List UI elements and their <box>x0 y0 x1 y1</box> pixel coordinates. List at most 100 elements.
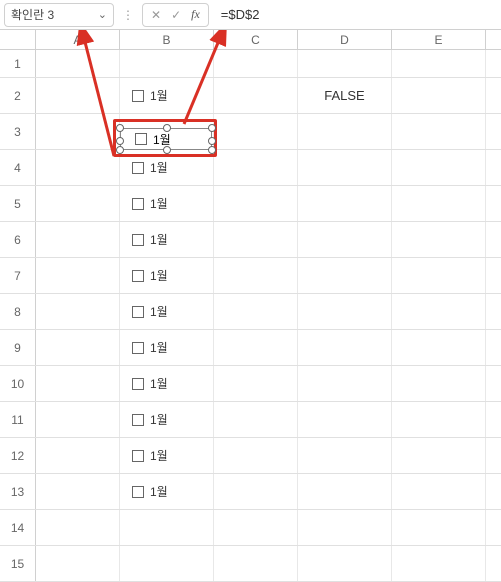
cell-A11[interactable] <box>36 402 120 437</box>
cell-A7[interactable] <box>36 258 120 293</box>
checkbox-control[interactable]: 1월 <box>124 303 168 320</box>
row-header[interactable]: 2 <box>0 78 36 113</box>
checkbox-control[interactable]: 1월 <box>124 411 168 428</box>
cell-C7[interactable] <box>214 258 298 293</box>
cell-A2[interactable] <box>36 78 120 113</box>
cell-A4[interactable] <box>36 150 120 185</box>
checkbox-icon[interactable] <box>132 306 144 318</box>
row-header[interactable]: 13 <box>0 474 36 509</box>
col-header-c[interactable]: C <box>214 30 298 49</box>
row-header[interactable]: 4 <box>0 150 36 185</box>
checkbox-control[interactable]: 1월 <box>124 267 168 284</box>
cancel-icon[interactable]: ✕ <box>151 8 161 22</box>
checkbox-icon[interactable] <box>132 162 144 174</box>
cell-E5[interactable] <box>392 186 486 221</box>
row-header[interactable]: 3 <box>0 114 36 149</box>
row-header[interactable]: 14 <box>0 510 36 545</box>
cell-A5[interactable] <box>36 186 120 221</box>
cell-A9[interactable] <box>36 330 120 365</box>
checkbox-control[interactable]: 1월 <box>124 339 168 356</box>
cell-B7[interactable]: 1월 <box>120 258 214 293</box>
cell-D9[interactable] <box>298 330 392 365</box>
cell-E7[interactable] <box>392 258 486 293</box>
checkbox-icon[interactable] <box>132 90 144 102</box>
cell-B12[interactable]: 1월 <box>120 438 214 473</box>
checkbox-control[interactable]: 1월 <box>124 195 168 212</box>
cell-C1[interactable] <box>214 50 298 77</box>
checkbox-icon[interactable] <box>132 378 144 390</box>
checkbox-control[interactable]: 1월 <box>124 375 168 392</box>
checkbox-control[interactable]: 1월 <box>124 231 168 248</box>
cell-D7[interactable] <box>298 258 392 293</box>
cell-E2[interactable] <box>392 78 486 113</box>
cell-E8[interactable] <box>392 294 486 329</box>
row-header[interactable]: 10 <box>0 366 36 401</box>
checkbox-control[interactable]: 1월 <box>124 447 168 464</box>
chevron-down-icon[interactable]: ⌄ <box>98 8 107 21</box>
cell-A1[interactable] <box>36 50 120 77</box>
cell-A13[interactable] <box>36 474 120 509</box>
checkbox-icon[interactable] <box>132 450 144 462</box>
cell-B4[interactable]: 1월 <box>120 150 214 185</box>
cell-D15[interactable] <box>298 546 392 581</box>
row-header[interactable]: 8 <box>0 294 36 329</box>
cell-B14[interactable] <box>120 510 214 545</box>
cell-E10[interactable] <box>392 366 486 401</box>
cell-D6[interactable] <box>298 222 392 257</box>
row-header[interactable]: 9 <box>0 330 36 365</box>
row-header[interactable]: 6 <box>0 222 36 257</box>
cell-C6[interactable] <box>214 222 298 257</box>
cell-C11[interactable] <box>214 402 298 437</box>
cell-D3[interactable] <box>298 114 392 149</box>
cell-C5[interactable] <box>214 186 298 221</box>
cell-C10[interactable] <box>214 366 298 401</box>
cell-C14[interactable] <box>214 510 298 545</box>
cell-A12[interactable] <box>36 438 120 473</box>
row-header[interactable]: 15 <box>0 546 36 581</box>
row-header[interactable]: 7 <box>0 258 36 293</box>
checkbox-control[interactable]: 1월 <box>124 87 168 104</box>
cell-C4[interactable] <box>214 150 298 185</box>
cell-C2[interactable] <box>214 78 298 113</box>
cell-B3[interactable] <box>120 114 214 149</box>
cell-D5[interactable] <box>298 186 392 221</box>
cell-E4[interactable] <box>392 150 486 185</box>
checkbox-icon[interactable] <box>132 342 144 354</box>
cell-C12[interactable] <box>214 438 298 473</box>
checkbox-icon[interactable] <box>132 270 144 282</box>
select-all-corner[interactable] <box>0 30 36 49</box>
cell-A3[interactable] <box>36 114 120 149</box>
row-header[interactable]: 5 <box>0 186 36 221</box>
cell-B10[interactable]: 1월 <box>120 366 214 401</box>
cell-E3[interactable] <box>392 114 486 149</box>
checkbox-icon[interactable] <box>132 414 144 426</box>
cell-E12[interactable] <box>392 438 486 473</box>
cell-A8[interactable] <box>36 294 120 329</box>
col-header-b[interactable]: B <box>120 30 214 49</box>
confirm-icon[interactable]: ✓ <box>171 8 181 22</box>
formula-input[interactable]: =$D$2 <box>215 7 497 22</box>
cell-E11[interactable] <box>392 402 486 437</box>
cell-A10[interactable] <box>36 366 120 401</box>
cell-D4[interactable] <box>298 150 392 185</box>
col-header-d[interactable]: D <box>298 30 392 49</box>
cell-D11[interactable] <box>298 402 392 437</box>
checkbox-icon[interactable] <box>132 486 144 498</box>
cell-C13[interactable] <box>214 474 298 509</box>
cell-D2[interactable]: FALSE <box>298 78 392 113</box>
checkbox-icon[interactable] <box>132 234 144 246</box>
cell-B15[interactable] <box>120 546 214 581</box>
checkbox-control[interactable]: 1월 <box>124 159 168 176</box>
cell-B8[interactable]: 1월 <box>120 294 214 329</box>
row-header[interactable]: 1 <box>0 50 36 77</box>
cell-C15[interactable] <box>214 546 298 581</box>
cell-E9[interactable] <box>392 330 486 365</box>
row-header[interactable]: 12 <box>0 438 36 473</box>
cell-D14[interactable] <box>298 510 392 545</box>
fx-icon[interactable]: fx <box>191 7 200 22</box>
col-header-e[interactable]: E <box>392 30 486 49</box>
cell-C8[interactable] <box>214 294 298 329</box>
cell-D8[interactable] <box>298 294 392 329</box>
cell-A6[interactable] <box>36 222 120 257</box>
cell-B2[interactable]: 1월 <box>120 78 214 113</box>
